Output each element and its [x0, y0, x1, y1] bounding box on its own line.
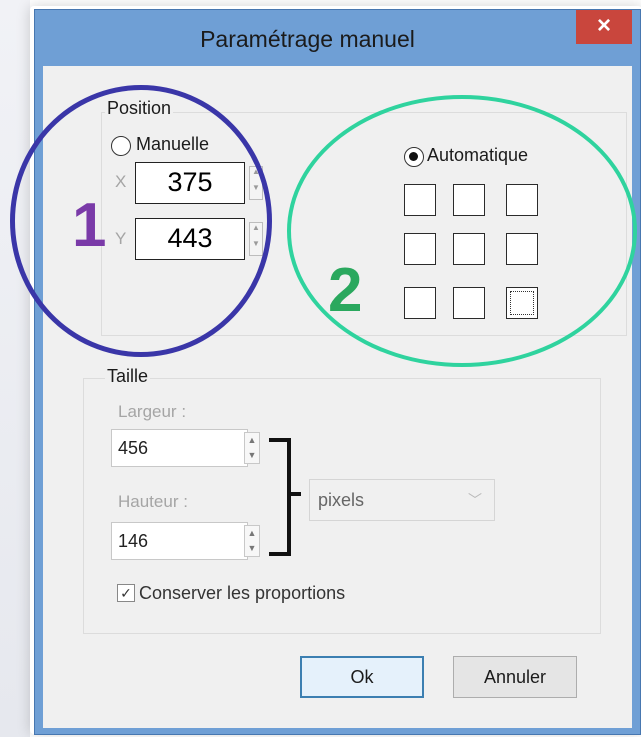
anchor-top-right[interactable] [506, 184, 538, 216]
title-bar[interactable]: Paramétrage manuel × [35, 10, 640, 66]
x-position-input[interactable]: 375 [135, 162, 245, 204]
anchor-top-left[interactable] [404, 184, 436, 216]
height-label: Hauteur : [118, 492, 188, 511]
y-spinner[interactable]: ▲ ▼ [249, 222, 263, 256]
spin-up-icon: ▲ [252, 223, 260, 232]
automatic-radio-label: Automatique [427, 145, 529, 165]
window-title: Paramétrage manuel [200, 26, 415, 52]
keep-proportions-checkbox[interactable]: ✓ [117, 584, 135, 602]
background-strip [0, 0, 30, 737]
height-input[interactable]: 146 [111, 522, 248, 560]
spin-down-icon: ▼ [252, 183, 260, 192]
anchor-middle-left[interactable] [404, 233, 436, 265]
annotation-number-2: 2 [328, 256, 363, 325]
spin-up-icon: ▲ [252, 167, 260, 176]
anchor-bottom-left[interactable] [404, 287, 436, 319]
keep-proportions-label: Conserver les proportions [139, 583, 346, 603]
close-icon: × [596, 12, 611, 39]
anchor-bottom-center[interactable] [453, 287, 485, 319]
spin-down-icon: ▼ [247, 543, 257, 553]
x-label: X [115, 172, 127, 191]
anchor-bottom-right[interactable] [506, 287, 538, 319]
radio-selected-dot [409, 152, 418, 161]
automatic-radio[interactable] [404, 147, 424, 167]
proportion-link-bracket [269, 438, 301, 556]
manual-radio[interactable] [111, 136, 131, 156]
unit-select[interactable]: pixels ﹀ [309, 479, 495, 521]
ok-button[interactable]: Ok [300, 656, 424, 698]
anchor-middle-right[interactable] [506, 233, 538, 265]
chevron-down-icon: ﹀ [468, 492, 482, 508]
spin-down-icon: ▼ [252, 239, 260, 248]
spin-down-icon: ▼ [247, 450, 257, 460]
size-group-label: Taille [105, 366, 151, 387]
annotation-number-1: 1 [72, 191, 107, 260]
x-spinner[interactable]: ▲ ▼ [249, 166, 263, 200]
spin-up-icon: ▲ [247, 435, 257, 445]
width-spinner[interactable]: ▲ ▼ [244, 432, 260, 464]
manual-radio-label: Manuelle [136, 134, 210, 154]
height-spinner[interactable]: ▲ ▼ [244, 525, 260, 557]
anchor-middle-center[interactable] [453, 233, 485, 265]
close-button[interactable]: × [576, 10, 632, 44]
position-group-label: Position [105, 98, 174, 119]
cancel-button[interactable]: Annuler [453, 656, 577, 698]
y-label: Y [115, 229, 127, 248]
dialog-window: Paramétrage manuel × Position Manuelle X… [34, 9, 641, 735]
spin-up-icon: ▲ [247, 528, 257, 538]
dialog-body: Position Manuelle X 375 ▲ ▼ Y 443 ▲ ▼ Auto… [43, 66, 632, 728]
width-input[interactable]: 456 [111, 429, 248, 467]
y-position-input[interactable]: 443 [135, 218, 245, 260]
anchor-top-center[interactable] [453, 184, 485, 216]
unit-select-value: pixels [318, 490, 365, 510]
width-label: Largeur : [118, 402, 187, 421]
